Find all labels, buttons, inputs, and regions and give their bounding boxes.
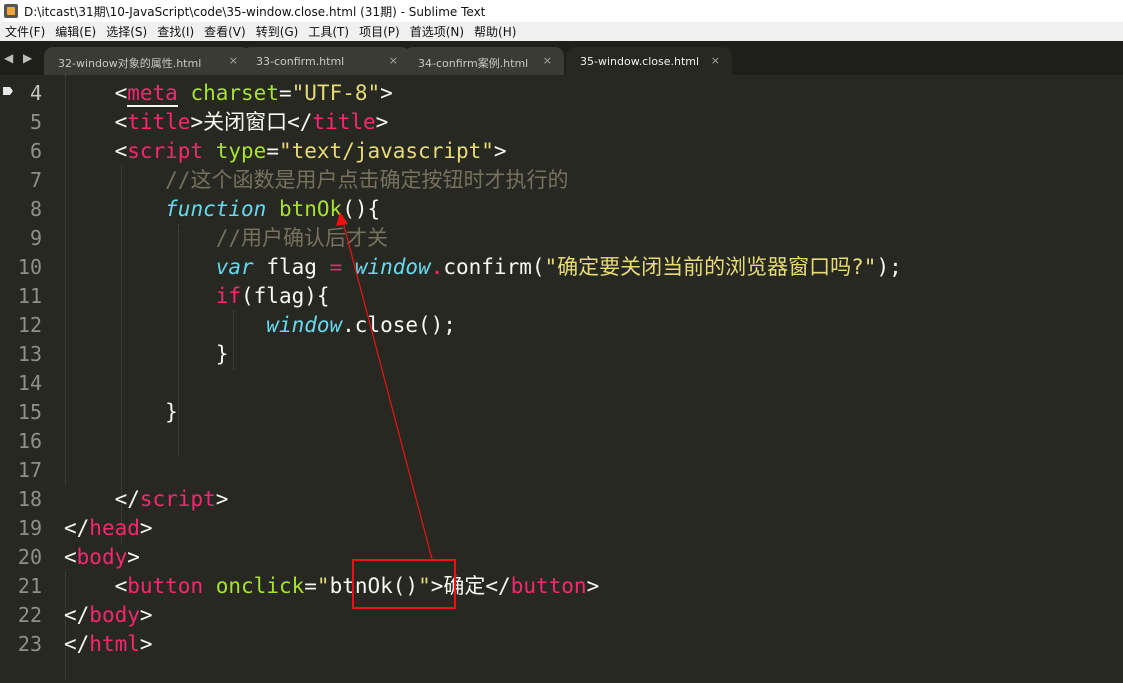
- tab-33-confirm[interactable]: 33-confirm.html ×: [242, 47, 410, 75]
- tab-close-icon[interactable]: ×: [711, 54, 720, 67]
- menu-goto[interactable]: 转到(G): [251, 23, 304, 40]
- line-number: 10: [17, 255, 42, 279]
- tab-label: 35-window.close.html: [580, 55, 700, 68]
- window-titlebar: D:\itcast\31期\10-JavaScript\code\35-wind…: [0, 0, 1123, 23]
- tab-32-window-properties[interactable]: 32-window对象的属性.html ×: [44, 47, 250, 75]
- line-number: 17: [17, 458, 42, 482]
- code-line-19: </head>: [64, 516, 153, 540]
- line-number: 19: [17, 516, 42, 540]
- menu-view[interactable]: 查看(V): [199, 23, 251, 40]
- sublime-app-icon: [4, 4, 18, 18]
- line-number: 18: [17, 487, 42, 511]
- code-line-20: <body>: [64, 545, 140, 569]
- menu-project[interactable]: 项目(P): [354, 23, 405, 40]
- code-line-13: }: [215, 342, 229, 366]
- line-number: 21: [17, 574, 42, 598]
- code-line-22: </body>: [64, 603, 153, 627]
- code-line-18: </script>: [114, 487, 229, 511]
- code-line-5: <title>关闭窗口</title>: [114, 110, 389, 134]
- tab-label: 33-confirm.html: [256, 55, 345, 68]
- code-line-23: </html>: [64, 632, 153, 656]
- line-number: 13: [17, 342, 42, 366]
- line-number: 7: [29, 168, 42, 192]
- menu-help[interactable]: 帮助(H): [469, 23, 521, 40]
- code-line-12: window.close();: [266, 313, 456, 337]
- tab-close-icon[interactable]: ×: [389, 54, 398, 67]
- line-number: 14: [17, 371, 42, 395]
- window-title: D:\itcast\31期\10-JavaScript\code\35-wind…: [24, 4, 486, 19]
- code-line-8: function btnOk(){: [165, 197, 381, 221]
- menu-file[interactable]: 文件(F): [0, 23, 50, 40]
- line-number: 23: [17, 632, 42, 656]
- menu-preferences[interactable]: 首选项(N): [405, 23, 469, 40]
- line-number: 15: [17, 400, 42, 424]
- tab-34-confirm-example[interactable]: 34-confirm案例.html ×: [404, 47, 564, 75]
- code-line-7: //这个函数是用户点击确定按钮时才执行的: [165, 168, 569, 192]
- tab-nav-arrows-icon[interactable]: ◀ ▶: [4, 51, 35, 65]
- line-number: 20: [17, 545, 42, 569]
- line-number: 5: [29, 110, 42, 134]
- menu-find[interactable]: 查找(I): [152, 23, 199, 40]
- tab-bar: ◀ ▶ 32-window对象的属性.html × 33-confirm.htm…: [0, 41, 1123, 75]
- annotation-highlight-box: [352, 559, 456, 609]
- tab-close-icon[interactable]: ×: [229, 54, 238, 67]
- menu-selection[interactable]: 选择(S): [101, 23, 152, 40]
- code-line-11: if(flag){: [215, 284, 330, 308]
- code-line-4: <meta charset="UTF-8">: [114, 81, 393, 107]
- line-number: 11: [17, 284, 42, 308]
- tab-close-icon[interactable]: ×: [543, 54, 552, 67]
- tab-label: 34-confirm案例.html: [418, 57, 529, 70]
- line-number: 9: [29, 226, 42, 250]
- code-line-6: <script type="text/javascript">: [114, 139, 507, 163]
- line-number: 4: [29, 81, 42, 105]
- code-line-9: //用户确认后才关: [215, 226, 389, 250]
- code-editor[interactable]: 4 5 6 7 8 9 10 11 12 13 14 15 16 17 18 1…: [0, 75, 1123, 683]
- tab-35-window-close[interactable]: 35-window.close.html ×: [566, 47, 732, 75]
- line-number: 22: [17, 603, 42, 627]
- code-area[interactable]: <meta charset="UTF-8"> <title>关闭窗口</titl…: [64, 75, 1123, 683]
- code-line-21: <button onclick="btnOk()">确定</button>: [114, 574, 600, 598]
- menu-bar: 文件(F) 编辑(E) 选择(S) 查找(I) 查看(V) 转到(G) 工具(T…: [0, 22, 1123, 42]
- line-number: 8: [29, 197, 42, 221]
- line-number: 12: [17, 313, 42, 337]
- menu-edit[interactable]: 编辑(E): [50, 23, 101, 40]
- line-number: 6: [29, 139, 42, 163]
- tab-label: 32-window对象的属性.html: [58, 57, 202, 70]
- code-line-10: var flag = window.confirm("确定要关闭当前的浏览器窗口…: [215, 255, 902, 279]
- line-number-gutter: 4 5 6 7 8 9 10 11 12 13 14 15 16 17 18 1…: [0, 75, 58, 683]
- menu-tools[interactable]: 工具(T): [303, 23, 354, 40]
- code-line-15: }: [165, 400, 178, 424]
- bookmark-icon: [3, 87, 13, 95]
- line-number: 16: [17, 429, 42, 453]
